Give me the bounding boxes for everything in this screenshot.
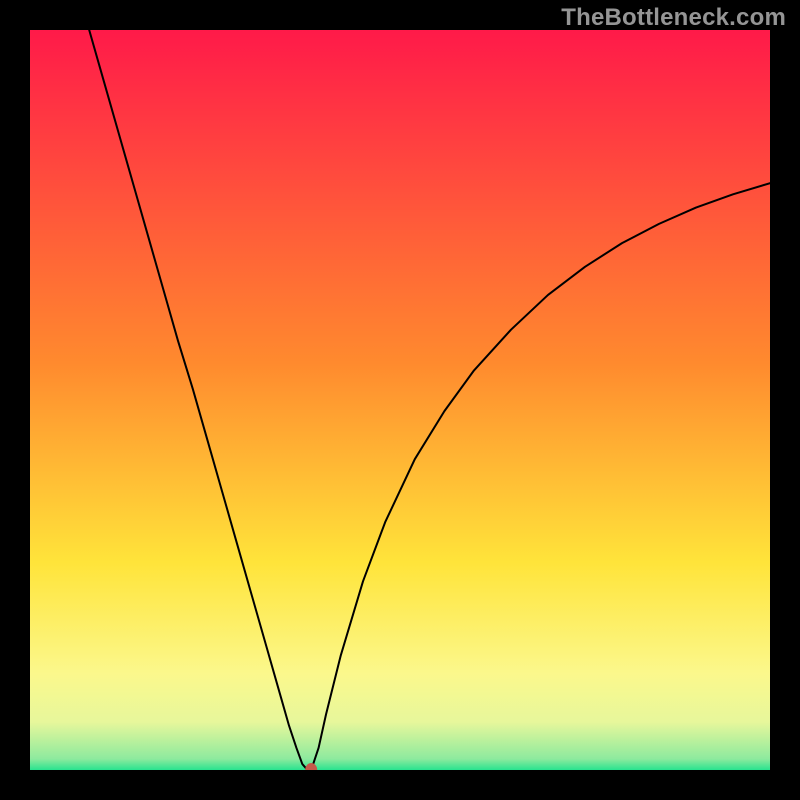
- chart-frame: TheBottleneck.com: [0, 0, 800, 800]
- chart-plot-area: [30, 30, 770, 770]
- watermark-label: TheBottleneck.com: [561, 4, 786, 32]
- chart-background-gradient: [30, 30, 770, 770]
